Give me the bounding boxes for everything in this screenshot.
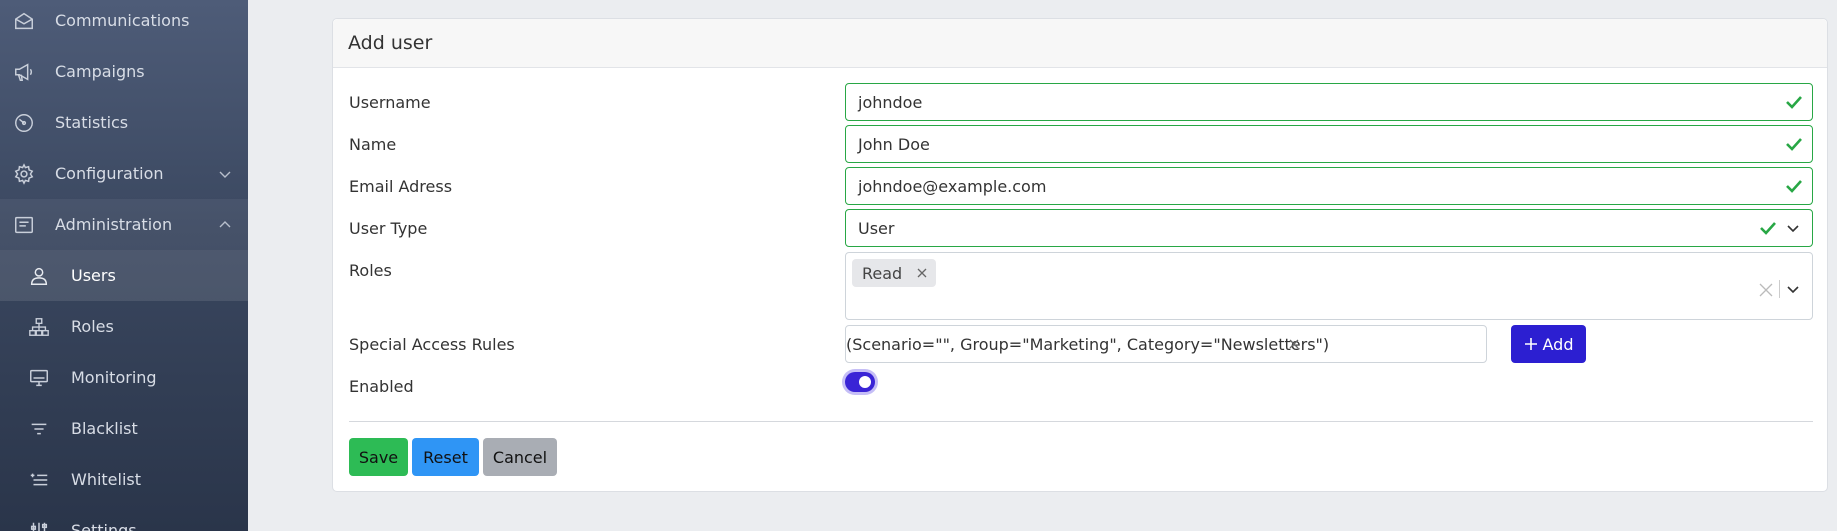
sidebar-item-label: Settings [71,521,137,531]
email-value: johndoe@example.com [858,176,1047,196]
role-chip-read: Read [852,259,937,287]
chevron-down-icon [219,171,231,178]
sidebar-item-label: Campaigns [55,62,145,81]
sidebar-item-monitoring[interactable]: Monitoring [0,352,248,403]
check-icon [1786,138,1802,151]
remove-chip-icon[interactable] [916,267,928,279]
megaphone-icon [15,62,33,81]
sidebar-item-campaigns[interactable]: Campaigns [0,46,248,97]
sidebar: Communications Campaigns Statistics Conf… [0,0,248,531]
card-title: Add user [333,19,1827,68]
user-type-select[interactable]: User [845,209,1813,247]
special-access-rules-input[interactable]: (Scenario="", Group="Marketing", Categor… [845,325,1487,363]
clear-icon[interactable] [1758,282,1774,298]
monitor-icon [30,369,48,386]
chevron-down-icon[interactable] [1786,282,1800,296]
role-chip-label: Read [862,263,903,283]
rule-chip-label: (Scenario="", Group="Marketing", Categor… [846,334,1330,354]
sidebar-item-blacklist[interactable]: Blacklist [0,403,248,454]
chevron-up-icon [219,220,231,227]
user-icon [30,267,48,285]
envelope-icon [15,12,33,29]
save-button[interactable]: Save [349,438,408,476]
reset-button[interactable]: Reset [412,438,479,476]
add-rule-label: Add [1542,334,1574,354]
form-divider [349,421,1813,422]
sidebar-item-settings[interactable]: Settings [0,505,248,531]
enabled-label: Enabled [349,377,414,396]
add-user-card: Add user Username johndoe Name John Doe … [332,18,1828,492]
check-icon [1760,222,1776,235]
gauge-icon [15,113,33,132]
sidebar-item-users[interactable]: Users [0,250,248,301]
admin-icon [15,216,33,233]
roles-label: Roles [349,261,392,280]
plus-icon [1524,338,1537,350]
email-label: Email Adress [349,177,453,196]
sidebar-item-label: Administration [55,215,173,234]
sidebar-item-statistics[interactable]: Statistics [0,97,248,148]
username-value: johndoe [858,92,923,112]
sidebar-item-label: Roles [71,317,114,336]
toggle-knob [859,376,871,388]
email-field[interactable]: johndoe@example.com [845,167,1813,205]
sidebar-item-label: Monitoring [71,368,157,387]
sidebar-item-whitelist[interactable]: Whitelist [0,454,248,505]
sidebar-item-label: Users [71,266,116,285]
sidebar-item-configuration[interactable]: Configuration [0,148,248,199]
sidebar-item-label: Statistics [55,113,129,132]
roles-multiselect[interactable]: Read [845,252,1813,320]
gear-icon [14,162,34,185]
add-rule-button[interactable]: Add [1511,325,1586,363]
username-label: Username [349,93,431,112]
filter-icon [31,423,47,434]
sidebar-item-label: Blacklist [71,419,138,438]
name-label: Name [349,135,397,154]
name-value: John Doe [858,134,930,154]
sidebar-item-communications[interactable]: Communications [0,0,248,46]
sidebar-item-administration[interactable]: Administration [0,199,248,250]
sidebar-item-label: Communications [55,11,190,30]
name-field[interactable]: John Doe [845,125,1813,163]
remove-rule-icon[interactable] [1288,338,1300,350]
sliders-icon [30,522,48,531]
hierarchy-icon [29,317,49,336]
chevron-down-icon [1787,225,1799,233]
sidebar-item-label: Whitelist [71,470,142,489]
sidebar-item-label: Configuration [55,164,164,183]
user-type-value: User [858,218,895,238]
check-icon [1786,96,1802,109]
check-icon [1786,180,1802,193]
divider [1779,280,1780,298]
special-access-rules-label: Special Access Rules [349,335,515,354]
username-field[interactable]: johndoe [845,83,1813,121]
user-type-label: User Type [349,219,428,238]
sidebar-item-roles[interactable]: Roles [0,301,248,352]
cancel-button[interactable]: Cancel [483,438,557,476]
list-add-icon [30,473,48,485]
enabled-toggle[interactable] [845,372,875,392]
